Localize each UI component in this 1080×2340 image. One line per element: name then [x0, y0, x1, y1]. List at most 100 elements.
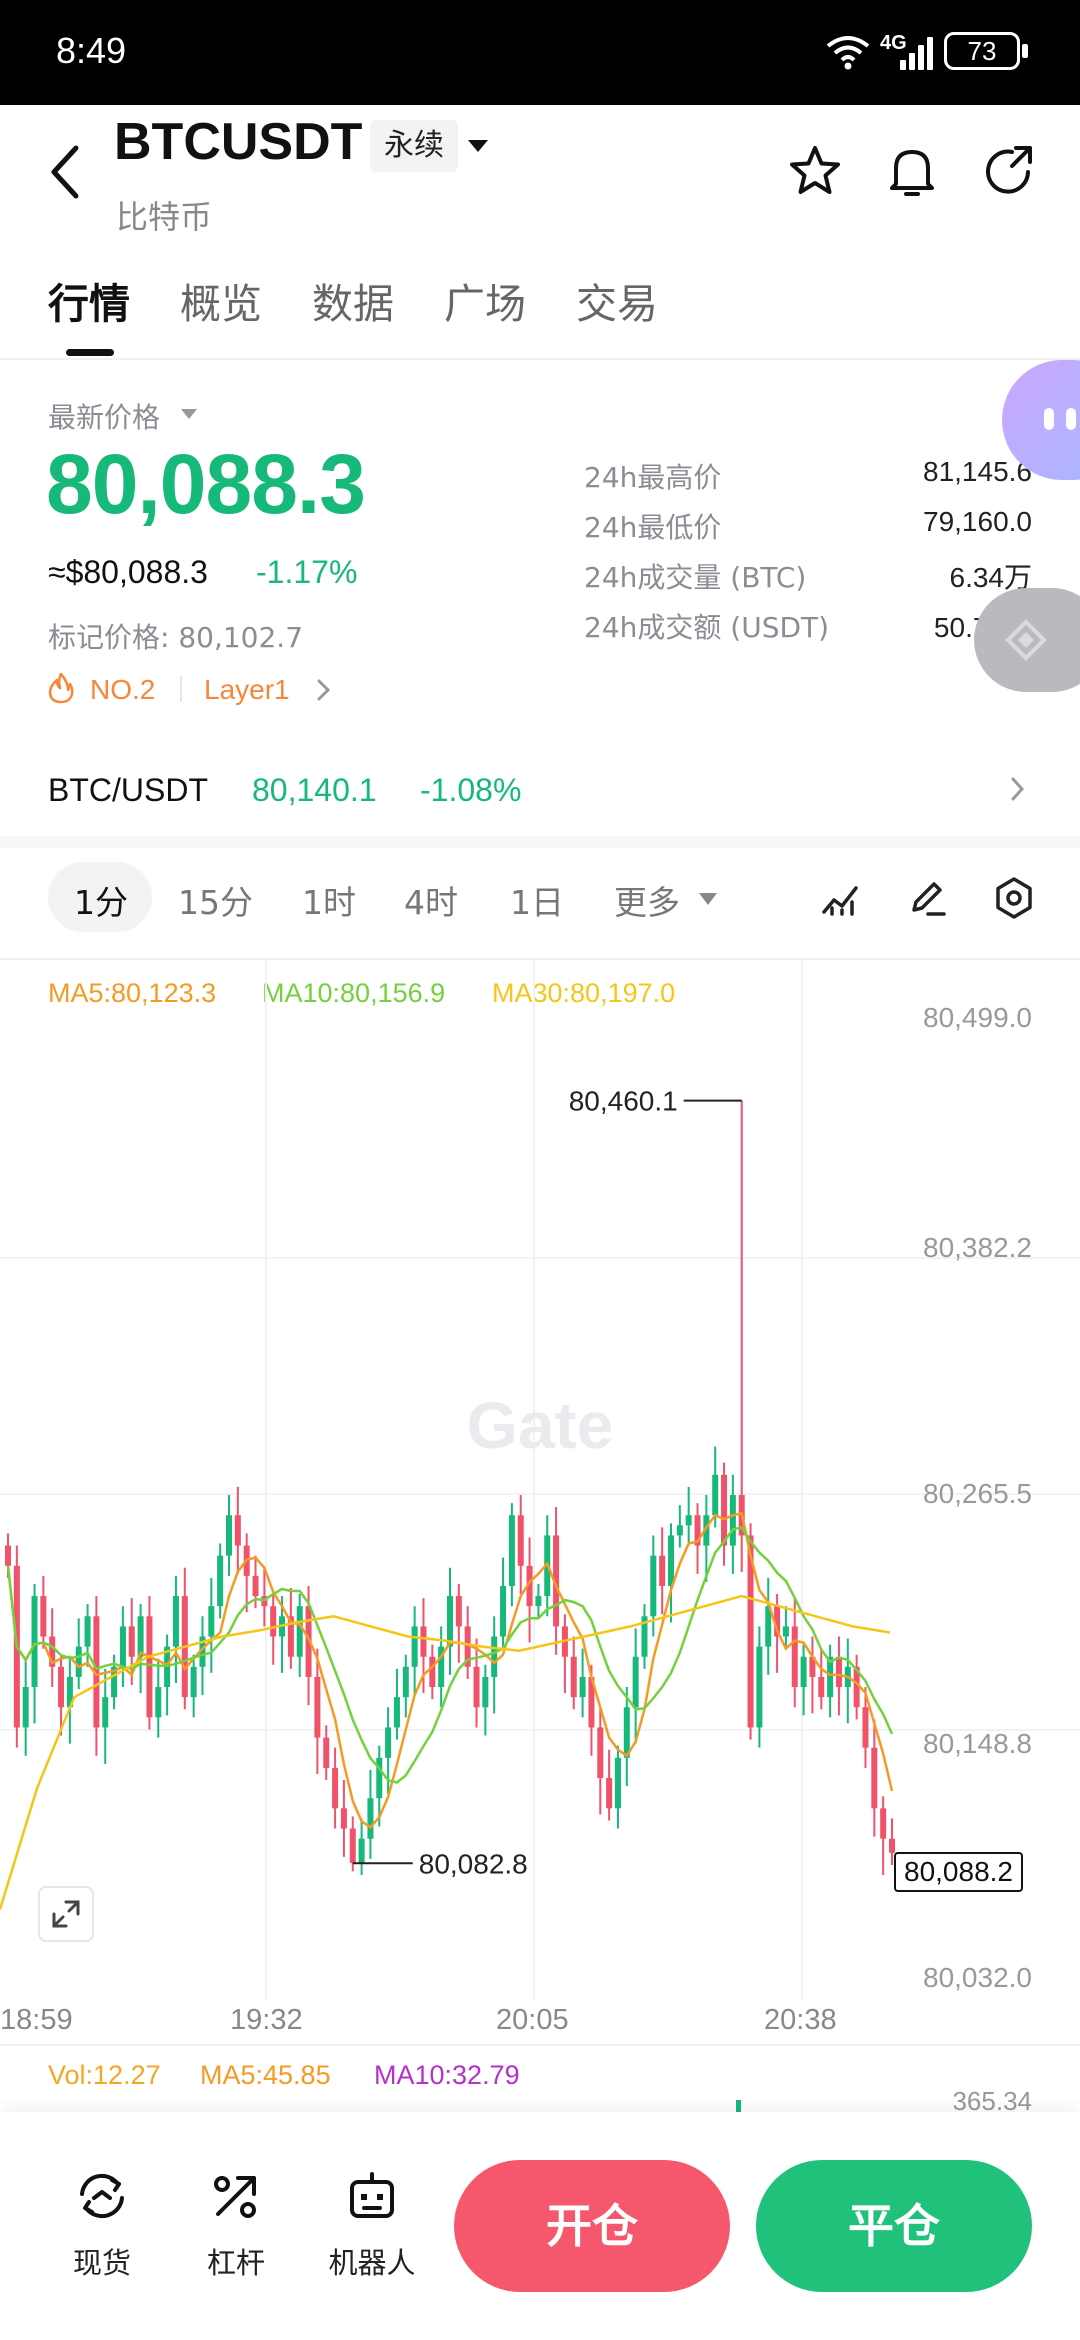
tab-overview[interactable]: 概览 — [180, 270, 262, 330]
interval-1m[interactable]: 1分 — [74, 876, 128, 924]
nav-spot[interactable]: 现货 — [42, 2168, 162, 2282]
interval-1h[interactable]: 1时 — [302, 876, 356, 924]
caret-down-icon[interactable] — [698, 892, 718, 906]
price-change: -1.17% — [256, 554, 358, 590]
candle-body — [889, 1838, 895, 1853]
divider — [0, 358, 1080, 360]
candle-body — [155, 1687, 162, 1718]
candle-body — [340, 1808, 347, 1829]
status-time: 8:49 — [56, 30, 127, 71]
tab-market[interactable]: 行情 — [48, 270, 130, 330]
candle-body — [818, 1676, 825, 1698]
draw-pen-icon[interactable] — [906, 876, 948, 918]
markers-group: 80,460.1 80,082.8 — [352, 1086, 742, 1879]
candle-body — [208, 1606, 215, 1637]
tab-data[interactable]: 数据 — [312, 270, 394, 330]
price-axis-label: 80,032.0 — [923, 1962, 1032, 1993]
indicator-icon[interactable] — [820, 878, 860, 918]
candle-body — [226, 1515, 232, 1556]
volume-bar — [736, 2100, 741, 2112]
candle-body — [508, 1515, 515, 1586]
price-axis-label: 80,499.0 — [923, 1002, 1032, 1033]
candle-body — [500, 1585, 507, 1637]
nav-leverage[interactable]: 杠杆 — [176, 2168, 296, 2282]
spot-pair[interactable]: BTC/USDT — [48, 772, 208, 809]
vol-value: Vol:12.27 — [48, 2060, 161, 2090]
caret-down-icon[interactable] — [180, 408, 198, 420]
candle-body — [217, 1555, 224, 1607]
fullscreen-button[interactable] — [38, 1886, 94, 1942]
time-axis-label: 20:38 — [764, 2004, 837, 2036]
high-marker-label: 80,460.1 — [569, 1086, 678, 1117]
symbol-title[interactable]: BTCUSDT — [114, 112, 362, 172]
kline-chart[interactable]: Gate 80,460.1 80,082.8 — [0, 960, 1080, 2000]
interval-4h[interactable]: 4时 — [404, 876, 458, 924]
candle-body — [535, 1596, 542, 1607]
tab-trade[interactable]: 交易 — [576, 270, 658, 330]
candle-body — [712, 1474, 719, 1516]
expand-icon — [52, 1900, 80, 1928]
candle-body — [137, 1616, 144, 1657]
contract-type-tag[interactable]: 永续 — [370, 120, 458, 172]
nav-robot[interactable]: 机器人 — [312, 2168, 432, 2282]
last-price-label[interactable]: 最新价格 — [48, 396, 160, 436]
candle-body — [455, 1596, 462, 1627]
divider — [0, 2044, 1080, 2046]
last-price: 80,088.3 — [46, 437, 366, 531]
spot-change: -1.08% — [420, 772, 522, 808]
candle-body — [367, 1798, 374, 1839]
tab-square[interactable]: 广场 — [444, 270, 526, 330]
vol-ma10-value: MA10:32.79 — [374, 2060, 520, 2090]
bubble-eye — [1066, 408, 1076, 430]
mark-price: 标记价格: 80,102.7 — [48, 621, 304, 654]
candle-body — [420, 1626, 427, 1657]
price-axis-label: 80,382.2 — [923, 1232, 1032, 1263]
candle-body — [756, 1646, 763, 1728]
candle-body — [376, 1757, 383, 1799]
candle-body — [128, 1626, 135, 1657]
robot-icon — [350, 2172, 394, 2218]
close-position-button[interactable]: 平仓 — [756, 2160, 1032, 2292]
candle-body — [570, 1656, 577, 1698]
stat-volume-label: 24h成交量 (BTC) — [584, 561, 807, 594]
candle-body — [190, 1666, 197, 1698]
candle-body — [332, 1767, 339, 1809]
chevron-right-icon[interactable] — [1010, 776, 1026, 802]
share-icon[interactable] — [982, 144, 1036, 198]
candle-body — [429, 1656, 436, 1688]
candle-body — [84, 1616, 91, 1647]
rank-badge[interactable]: NO.2 — [90, 674, 155, 706]
candle-body — [40, 1596, 47, 1637]
star-icon[interactable] — [788, 144, 842, 198]
chart-settings-icon[interactable] — [992, 876, 1036, 920]
candle-body — [659, 1555, 666, 1586]
nav-spot-label: 现货 — [72, 2246, 131, 2280]
interval-15m[interactable]: 15分 — [178, 876, 253, 924]
candle-body — [102, 1697, 109, 1728]
candle-body — [146, 1616, 153, 1718]
vol-ma5-value: MA5:45.85 — [200, 2060, 331, 2090]
category-tag[interactable]: Layer1 — [204, 674, 290, 706]
candle-body — [31, 1596, 38, 1688]
candle-body — [385, 1727, 392, 1758]
candle-body — [835, 1656, 842, 1688]
interval-more[interactable]: 更多 — [614, 876, 680, 924]
candle-body — [482, 1676, 489, 1708]
battery-icon: 73 — [944, 32, 1020, 70]
floating-exchange-button[interactable] — [974, 588, 1080, 692]
chart-grid — [0, 960, 1080, 2000]
status-bar: 8:49 4G 73 — [0, 0, 1080, 105]
chevron-right-icon[interactable] — [316, 678, 332, 702]
candle-body — [791, 1626, 798, 1688]
dropdown-caret-icon[interactable] — [466, 138, 490, 154]
back-icon[interactable] — [48, 144, 82, 200]
candle-body — [614, 1757, 621, 1809]
interval-1d[interactable]: 1日 — [510, 876, 564, 924]
nav-robot-label: 机器人 — [328, 2246, 416, 2280]
open-position-button[interactable]: 开仓 — [454, 2160, 730, 2292]
separator — [180, 676, 182, 702]
low-marker-label: 80,082.8 — [419, 1848, 528, 1879]
candles-group — [5, 1100, 895, 1876]
bell-icon[interactable] — [886, 144, 938, 200]
stat-low-label: 24h最低价 — [584, 511, 722, 544]
